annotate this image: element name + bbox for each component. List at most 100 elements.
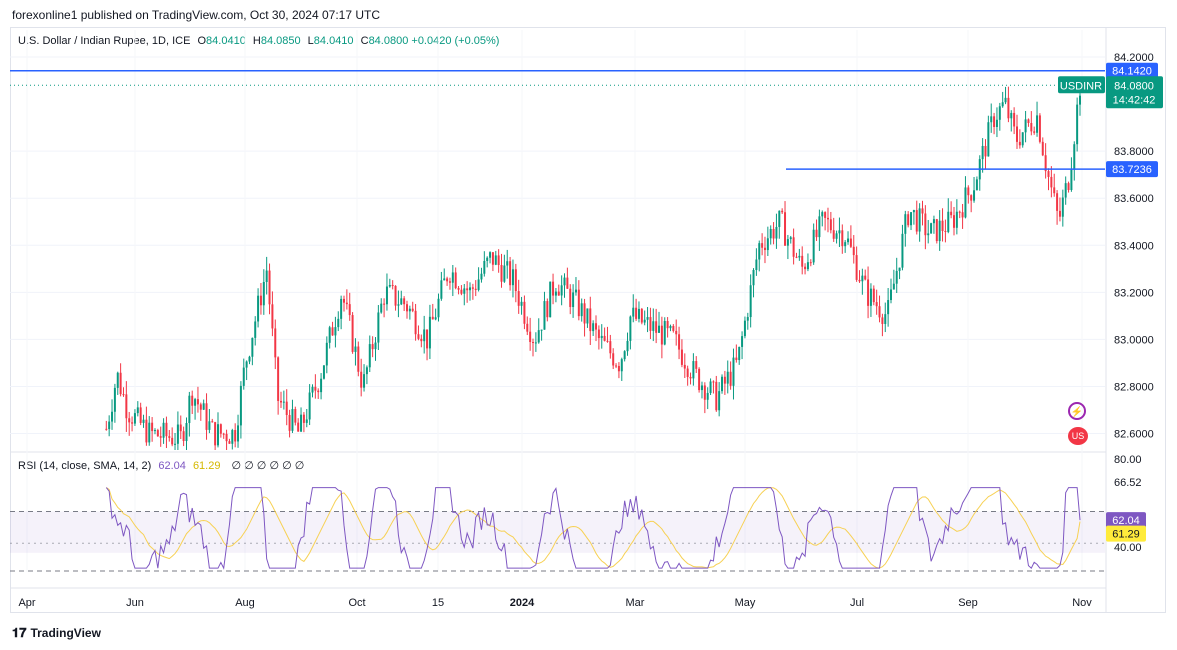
candle — [938, 210, 941, 251]
candle-body — [706, 392, 709, 400]
candle — [789, 235, 792, 244]
candle — [397, 290, 400, 318]
candle-body — [174, 443, 177, 445]
price-tick-label: 84.2000 — [1114, 52, 1154, 64]
candle — [385, 273, 388, 311]
candle — [420, 334, 423, 348]
flag-icon[interactable]: US — [1068, 427, 1088, 445]
candle-body — [804, 266, 807, 270]
candle-body — [715, 381, 718, 411]
candle — [806, 253, 809, 272]
candle-body — [821, 212, 824, 217]
candle-body — [629, 316, 632, 341]
candle — [595, 315, 598, 342]
candle-body — [709, 381, 712, 393]
price-tick-label: 83.4000 — [1114, 240, 1154, 252]
candle-body — [406, 304, 409, 312]
candle — [391, 280, 394, 290]
candle — [918, 203, 921, 242]
candle — [600, 324, 603, 349]
candle — [784, 201, 787, 246]
candle-body — [875, 302, 878, 307]
candle-body — [391, 285, 394, 287]
candle — [317, 388, 320, 399]
candle — [924, 205, 927, 250]
candle-body — [1013, 112, 1016, 127]
candle-body — [1015, 126, 1018, 142]
candle — [174, 432, 177, 450]
candle-body — [1007, 97, 1010, 119]
candle-body — [245, 361, 248, 368]
candle — [554, 288, 557, 303]
candle-body — [383, 303, 386, 305]
candle — [529, 317, 532, 351]
candle-body — [1001, 102, 1004, 107]
candle-body — [749, 285, 752, 318]
candle — [469, 282, 472, 301]
candle-body — [1010, 112, 1013, 119]
candle-body — [517, 291, 520, 306]
candle-body — [815, 229, 818, 238]
candle — [417, 325, 420, 341]
candle — [1036, 101, 1039, 137]
price-chart[interactable]: 84.2000 83.8000 83.6000 83.4000 83.2000 83.00… — [0, 0, 1177, 650]
lightning-icon[interactable]: ⚡ — [1068, 402, 1086, 420]
candle-body — [185, 423, 188, 442]
candle-body — [829, 219, 832, 231]
horizontal-line-label: 84.1420 — [1112, 66, 1152, 78]
candle-body — [643, 319, 646, 323]
candle-body — [443, 278, 446, 281]
candle — [245, 360, 248, 381]
footer-text: TradingView — [30, 626, 101, 640]
candle — [1056, 190, 1059, 225]
candle-body — [560, 285, 563, 296]
candle — [998, 102, 1001, 131]
time-tick-label: 2024 — [510, 597, 535, 609]
candle — [151, 417, 154, 442]
rsi-level-label: 40.00 — [1114, 542, 1142, 554]
price-tick-label: 83.0000 — [1114, 334, 1154, 346]
candle — [950, 201, 953, 219]
candle-body — [778, 210, 781, 227]
candle-body — [987, 122, 990, 157]
candle-body — [993, 116, 996, 127]
candle — [162, 418, 165, 444]
candle-body — [663, 320, 666, 345]
candle — [927, 219, 930, 244]
candle — [165, 416, 168, 449]
candle-body — [334, 327, 337, 336]
candle — [408, 305, 411, 320]
candle-body — [723, 376, 726, 384]
candle — [1061, 189, 1064, 227]
candle — [987, 115, 990, 157]
candle-body — [526, 323, 529, 332]
candle-body — [277, 357, 280, 401]
candle — [145, 406, 148, 446]
candle — [1004, 86, 1007, 105]
candle — [426, 329, 429, 361]
candle-body — [314, 386, 317, 391]
candle-body — [125, 394, 128, 419]
candle-body — [738, 346, 741, 361]
candle-body — [950, 211, 953, 216]
candle — [509, 256, 512, 291]
symbol-tag-label: USDINR — [1060, 80, 1102, 92]
candle — [259, 283, 262, 315]
candle — [503, 254, 506, 283]
candle-body — [626, 340, 629, 352]
candle-body — [294, 409, 297, 423]
candle-body — [228, 441, 231, 444]
candle-body — [288, 415, 291, 431]
time-tick-label: Apr — [18, 597, 35, 609]
candle — [282, 390, 285, 410]
candle-body — [721, 376, 724, 392]
candle-body — [910, 212, 913, 226]
candle-body — [961, 212, 964, 218]
candle — [363, 364, 366, 392]
candle-body — [847, 238, 850, 243]
candle-body — [282, 401, 285, 403]
candle-body — [809, 262, 812, 264]
candle — [632, 294, 635, 323]
candle — [904, 210, 907, 247]
candle-body — [491, 252, 494, 265]
